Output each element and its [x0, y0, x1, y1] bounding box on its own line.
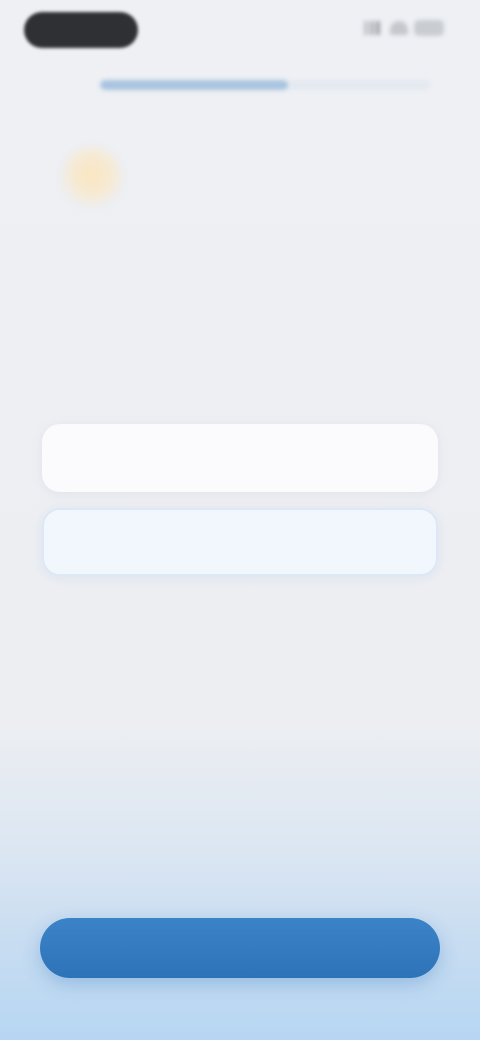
battery-icon	[414, 20, 444, 36]
answer-option-2[interactable]	[42, 508, 438, 576]
answer-option-1[interactable]	[42, 424, 438, 492]
wifi-icon	[390, 21, 408, 35]
continue-button[interactable]	[40, 918, 440, 978]
emoji-icon	[60, 146, 124, 210]
status-time-pill	[24, 12, 138, 48]
progress-bar	[100, 80, 430, 90]
progress-fill	[100, 80, 289, 90]
status-bar	[0, 0, 480, 60]
cellular-signal-icon	[364, 21, 384, 35]
status-icons	[364, 20, 444, 36]
